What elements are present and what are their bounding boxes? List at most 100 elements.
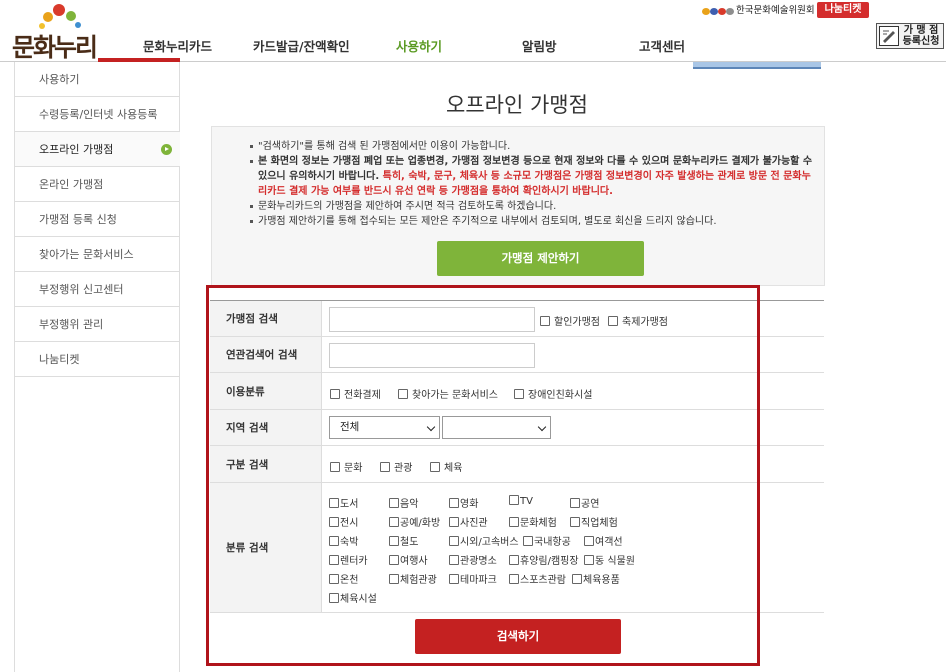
category-checkbox[interactable]: 철도 [389, 533, 418, 548]
category-checkbox[interactable]: 여행사 [389, 552, 428, 567]
sidebar-item-label: 오프라인 가맹점 [39, 143, 114, 156]
checkbox-icon [329, 517, 339, 527]
checkbox-icon [523, 536, 533, 546]
category-search-label: 분류 검색 [210, 483, 322, 612]
nav-notice[interactable]: 알림방 [522, 36, 557, 55]
checkbox-icon [572, 574, 582, 584]
category-label: 공예/화방 [400, 518, 441, 529]
usage-option-label: 전화결제 [344, 390, 381, 401]
category-label: 공연 [581, 499, 600, 510]
category-checkbox[interactable]: 휴양림/캠핑장 [509, 552, 579, 567]
category-checkbox[interactable]: 음악 [389, 495, 418, 510]
shop-proposal-button[interactable]: 가맹점 제안하기 [437, 241, 644, 276]
category-label: 여객선 [595, 537, 623, 548]
category-checkbox[interactable]: 체육시설 [329, 590, 377, 605]
sidebar-item-fraud-report[interactable]: 부정행위 신고센터 [15, 272, 180, 307]
category-label: 문화체험 [520, 518, 557, 529]
category-grid: 도서 음악 영화 TV 공연 전시 공예/화방 사진관 문화체험 직업체험 숙박… [322, 483, 824, 612]
keyword-search-label: 연관검색어 검색 [210, 337, 322, 372]
checkbox-icon [329, 574, 339, 584]
nav-usage[interactable]: 사용하기 [396, 36, 442, 55]
checkbox-icon [449, 517, 459, 527]
category-checkbox[interactable]: 도서 [329, 495, 358, 510]
checkbox-icon [398, 389, 408, 399]
sharing-ticket-logo[interactable]: 나눔티켓 [817, 2, 869, 18]
sub-region-select[interactable] [442, 416, 551, 439]
sidebar-item-fraud-management[interactable]: 부정행위 관리 [15, 307, 180, 342]
nav-culture-card[interactable]: 문화누리카드 [143, 36, 212, 55]
shop-register-button[interactable]: 가 맹 점 등록신청 [876, 23, 944, 49]
category-label: 체험관광 [400, 575, 437, 586]
category-label: 전시 [340, 518, 359, 529]
sidebar-item-shop-apply[interactable]: 가맹점 등록 신청 [15, 202, 180, 237]
sidebar-item-offline-shops[interactable]: 오프라인 가맹점 [15, 132, 180, 167]
category-label: 체육용품 [583, 575, 620, 586]
sidebar-item-usage[interactable]: 사용하기 [15, 62, 180, 97]
category-checkbox[interactable]: 공예/화방 [389, 514, 440, 529]
checkbox-icon [329, 593, 339, 603]
usage-category-label: 이용분류 [210, 373, 322, 409]
sidebar-item-online-shops[interactable]: 온라인 가맹점 [15, 167, 180, 202]
shop-search-input[interactable] [329, 307, 535, 332]
site-logo[interactable]: 문화누리 [10, 2, 100, 62]
category-checkbox[interactable]: 사진관 [449, 514, 488, 529]
category-checkbox[interactable]: 테마파크 [449, 571, 497, 586]
category-checkbox[interactable]: 공연 [570, 495, 599, 510]
shop-search-label: 가맹점 검색 [210, 301, 322, 336]
chevron-down-icon [537, 422, 547, 432]
arts-council-logo[interactable]: 한국문화예술위원회 [700, 2, 830, 18]
category-checkbox[interactable]: 체육용품 [572, 571, 620, 586]
category-checkbox[interactable]: 숙박 [329, 533, 358, 548]
checkbox-icon [584, 536, 594, 546]
nav-card-issue[interactable]: 카드발급/잔액확인 [253, 36, 350, 55]
category-label: 시외/고속버스 [460, 537, 519, 548]
category-label: 테마파크 [460, 575, 497, 586]
type-tourism-checkbox[interactable]: 관광 [380, 459, 412, 474]
category-checkbox[interactable]: 시외/고속버스 [449, 533, 519, 548]
category-label: 음악 [400, 499, 419, 510]
category-label: 동 식물원 [595, 556, 635, 567]
region-select-value: 전체 [340, 421, 360, 433]
discount-shop-checkbox[interactable]: 할인가맹점 [540, 313, 600, 328]
category-checkbox[interactable]: 동 식물원 [584, 552, 635, 567]
checkbox-icon [509, 555, 519, 565]
category-checkbox[interactable]: 관광명소 [449, 552, 497, 567]
checkbox-icon [514, 389, 524, 399]
festival-shop-checkbox[interactable]: 축제가맹점 [608, 313, 668, 328]
region-select[interactable]: 전체 [329, 416, 440, 439]
category-checkbox[interactable]: 전시 [329, 514, 358, 529]
type-option-label: 관광 [394, 463, 413, 474]
category-checkbox[interactable]: 영화 [449, 495, 478, 510]
row-type-search: 구분 검색 문화 관광 체육 [210, 446, 824, 483]
type-culture-checkbox[interactable]: 문화 [330, 459, 362, 474]
row-category-search: 분류 검색 도서 음악 영화 TV 공연 전시 공예/화방 사진관 문화체험 직… [210, 483, 824, 613]
category-label: TV [520, 496, 533, 507]
category-checkbox[interactable]: 직업체험 [570, 514, 618, 529]
category-checkbox[interactable]: 문화체험 [509, 514, 557, 529]
row-keyword-search: 연관검색어 검색 [210, 337, 824, 373]
usage-visiting-service-checkbox[interactable]: 찾아가는 문화서비스 [398, 386, 498, 401]
sidebar-item-registration[interactable]: 수령등록/인터넷 사용등록 [15, 97, 180, 132]
category-checkbox[interactable]: 체험관광 [389, 571, 437, 586]
sidebar-item-sharing-ticket[interactable]: 나눔티켓 [15, 342, 180, 377]
category-label: 체육시설 [340, 594, 377, 605]
category-checkbox[interactable]: 여객선 [584, 533, 623, 548]
category-label: 영화 [460, 499, 479, 510]
checkbox-icon [540, 316, 550, 326]
nav-customer-center[interactable]: 고객센터 [639, 36, 685, 55]
search-button[interactable]: 검색하기 [415, 619, 621, 654]
keyword-search-input[interactable] [329, 343, 535, 368]
category-checkbox[interactable]: 스포츠관람 [509, 571, 566, 586]
sidebar-item-visiting-service[interactable]: 찾아가는 문화서비스 [15, 237, 180, 272]
notice-line: 가맹점 제안하기를 통해 접수되는 모든 제안은 주기적으로 내부에서 검토되며… [250, 214, 818, 229]
category-checkbox[interactable]: 렌터카 [329, 552, 368, 567]
shop-register-line2: 등록신청 [902, 36, 940, 47]
usage-option-label: 찾아가는 문화서비스 [412, 390, 498, 401]
sidebar: 사용하기 수령등록/인터넷 사용등록 오프라인 가맹점 온라인 가맹점 가맹점 … [14, 62, 180, 672]
usage-accessible-checkbox[interactable]: 장애인친화시설 [514, 386, 592, 401]
type-sports-checkbox[interactable]: 체육 [430, 459, 462, 474]
usage-phone-payment-checkbox[interactable]: 전화결제 [330, 386, 381, 401]
category-checkbox[interactable]: TV [509, 495, 533, 507]
category-checkbox[interactable]: 국내항공 [523, 533, 571, 548]
category-checkbox[interactable]: 온천 [329, 571, 358, 586]
